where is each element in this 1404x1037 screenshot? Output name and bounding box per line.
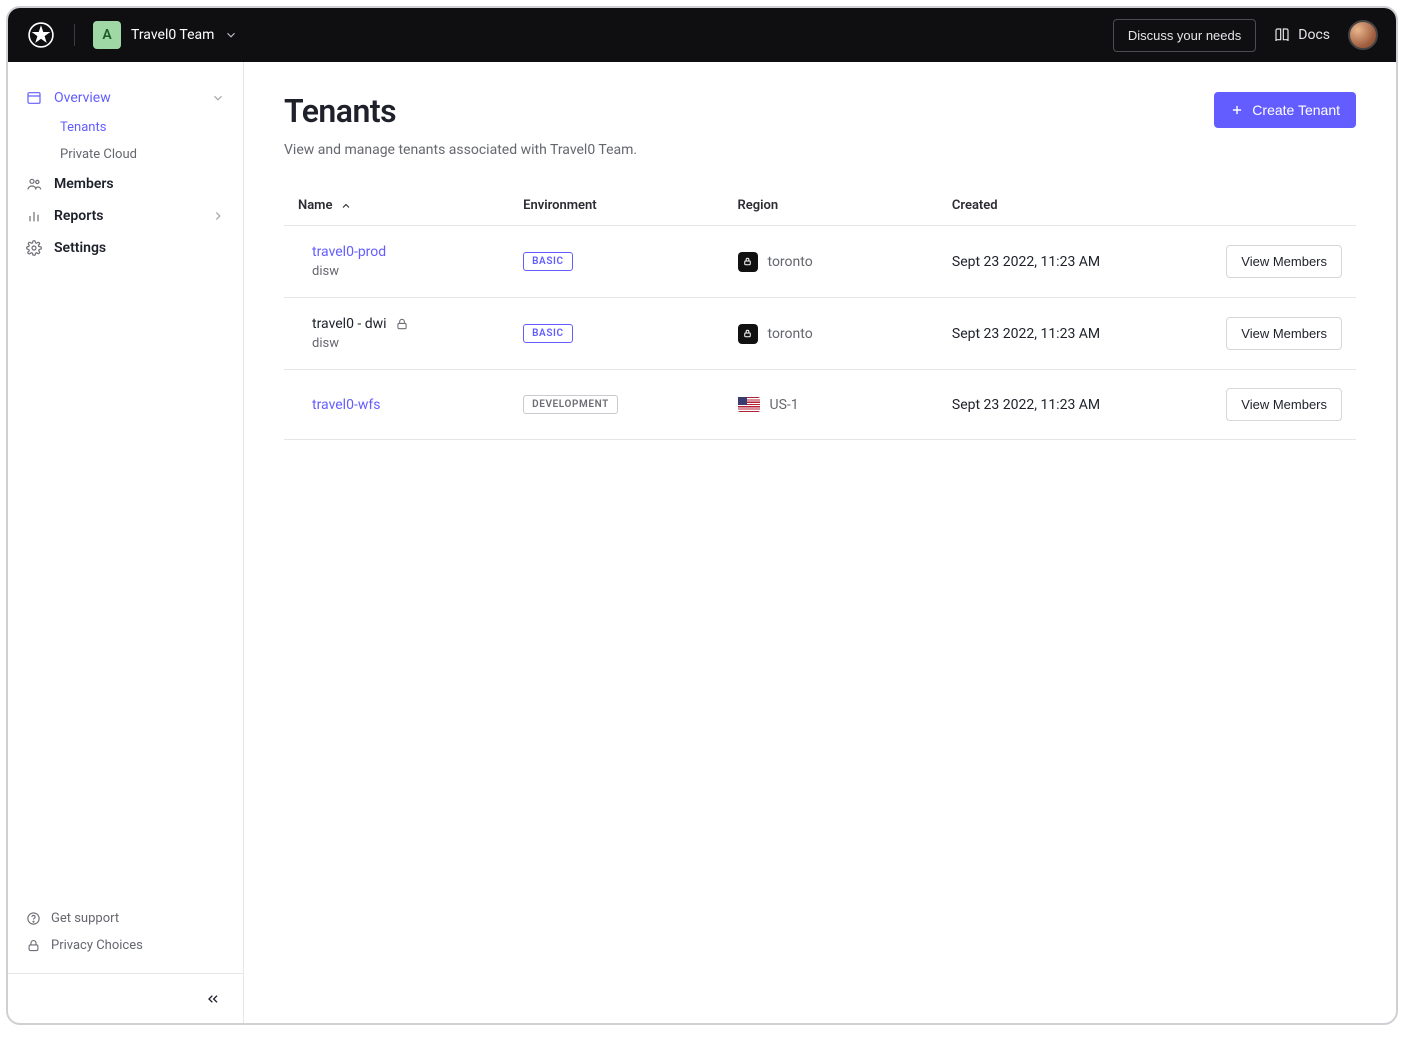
region-cell: toronto <box>738 324 924 344</box>
created-date: Sept 23 2022, 11:23 AM <box>938 298 1195 370</box>
created-date: Sept 23 2022, 11:23 AM <box>938 226 1195 298</box>
region-lock-icon <box>738 252 758 272</box>
chevron-down-icon <box>211 91 225 105</box>
top-header: A Travel0 Team Discuss your needs Docs <box>8 8 1396 62</box>
chevron-down-icon <box>224 28 238 42</box>
view-members-button[interactable]: View Members <box>1226 388 1342 421</box>
create-tenant-button[interactable]: Create Tenant <box>1214 92 1356 128</box>
brand-logo[interactable] <box>26 20 56 50</box>
region-cell: US-1 <box>738 397 924 413</box>
sidebar-item-settings[interactable]: Settings <box>18 232 233 264</box>
create-tenant-label: Create Tenant <box>1252 102 1340 118</box>
help-icon <box>26 911 41 926</box>
sidebar-sub-tenants[interactable]: Tenants <box>60 114 233 141</box>
main-content: Tenants Create Tenant View and manage te… <box>244 62 1396 1023</box>
docs-link[interactable]: Docs <box>1274 27 1330 43</box>
chevrons-left-icon <box>205 991 221 1007</box>
region-name: US-1 <box>770 397 799 413</box>
environment-badge: BASIC <box>523 252 573 271</box>
column-header-region: Region <box>724 186 938 226</box>
region-cell: toronto <box>738 252 924 272</box>
sidebar-item-label: Reports <box>54 208 104 224</box>
plus-icon <box>1230 103 1244 117</box>
table-row: travel0-prod disw BASIC toronto Sept 23 2022… <box>284 226 1356 298</box>
members-icon <box>26 176 42 192</box>
docs-label: Docs <box>1298 27 1330 43</box>
column-header-name[interactable]: Name <box>298 198 352 213</box>
table-row: travel0 - dwi disw BASIC toronto Sept 23 202… <box>284 298 1356 370</box>
tenant-sub: disw <box>312 336 495 351</box>
divider <box>74 24 75 46</box>
environment-badge: DEVELOPMENT <box>523 395 618 414</box>
page-subtitle: View and manage tenants associated with … <box>284 142 1356 158</box>
sidebar-item-label: Members <box>54 176 114 192</box>
tenant-name[interactable]: travel0-wfs <box>312 397 380 413</box>
region-lock-icon <box>738 324 758 344</box>
collapse-sidebar-button[interactable] <box>8 973 243 1023</box>
chevron-right-icon <box>211 209 225 223</box>
sidebar-item-members[interactable]: Members <box>18 168 233 200</box>
sidebar-item-reports[interactable]: Reports <box>18 200 233 232</box>
created-date: Sept 23 2022, 11:23 AM <box>938 370 1195 440</box>
tenants-table: Name Environment Region Created travel0-… <box>284 186 1356 440</box>
sidebar-item-overview[interactable]: Overview <box>18 82 233 114</box>
sidebar-sub-private-cloud[interactable]: Private Cloud <box>60 141 233 168</box>
window-icon <box>26 90 42 106</box>
tenant-name[interactable]: travel0-prod <box>312 244 386 260</box>
tenant-name: travel0 - dwi <box>312 316 387 332</box>
column-header-created: Created <box>938 186 1195 226</box>
sort-asc-icon <box>340 200 352 212</box>
sidebar: Overview Tenants Private Cloud Members R… <box>8 62 244 1023</box>
sidebar-item-label: Settings <box>54 240 106 256</box>
column-header-environment: Environment <box>509 186 723 226</box>
team-badge: A <box>93 21 121 49</box>
privacy-label: Privacy Choices <box>51 938 143 953</box>
lock-icon <box>26 938 41 953</box>
column-label: Name <box>298 198 332 213</box>
view-members-button[interactable]: View Members <box>1226 245 1342 278</box>
table-row: travel0-wfs DEVELOPMENT US-1 Sept 23 2022, … <box>284 370 1356 440</box>
user-avatar[interactable] <box>1348 20 1378 50</box>
team-switcher[interactable]: A Travel0 Team <box>93 21 238 49</box>
region-name: toronto <box>768 254 813 270</box>
page-title: Tenants <box>284 92 396 130</box>
sidebar-item-label: Overview <box>54 90 111 106</box>
gear-icon <box>26 240 42 256</box>
view-members-button[interactable]: View Members <box>1226 317 1342 350</box>
privacy-choices-link[interactable]: Privacy Choices <box>26 932 225 959</box>
environment-badge: BASIC <box>523 324 573 343</box>
get-support-link[interactable]: Get support <box>26 905 225 932</box>
support-label: Get support <box>51 911 119 926</box>
flag-us-icon <box>738 397 760 412</box>
region-name: toronto <box>768 326 813 342</box>
chart-icon <box>26 208 42 224</box>
discuss-needs-button[interactable]: Discuss your needs <box>1113 19 1256 52</box>
book-icon <box>1274 27 1290 43</box>
lock-icon <box>395 317 409 331</box>
team-name: Travel0 Team <box>131 27 214 43</box>
tenant-sub: disw <box>312 264 495 279</box>
